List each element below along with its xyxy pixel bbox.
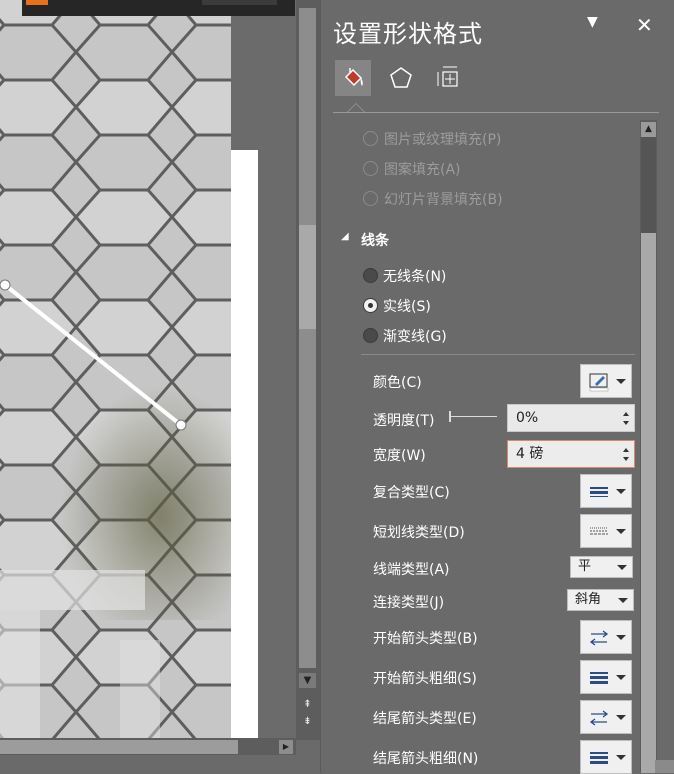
cap-type-value: 平 [578,559,592,574]
spin-down-icon[interactable] [623,457,629,461]
hexagon-tile-photo [0,0,231,740]
compound-type-label: 复合类型(C) [373,485,450,501]
line-start-handle[interactable] [0,279,11,291]
spin-up-icon[interactable] [623,448,629,452]
begin-arrow-type-dropdown[interactable] [580,620,632,654]
chevron-down-icon [616,675,626,680]
radio-no-line[interactable] [363,268,378,283]
app-logo-icon [26,0,48,5]
tab-underline [333,112,659,113]
chevron-down-icon [617,565,627,570]
option-no-line[interactable]: 无线条(N) [383,266,446,286]
resize-grip[interactable] [655,760,674,773]
section-divider [361,354,635,355]
spin-up-icon[interactable] [623,412,629,416]
arrow-type-icon [589,630,609,646]
dash-type-dropdown[interactable] [580,514,632,548]
pentagon-icon [390,67,412,88]
radio-pattern-fill [363,161,378,176]
join-type-select[interactable]: 斜角 [567,589,634,611]
spin-down-icon[interactable] [623,421,629,425]
format-shape-pane: 设置形状格式 ▼ ✕ 图片或纹理填充(P) 图案填充(A) 幻灯片背景填充(B)… [321,0,674,774]
end-arrow-type-dropdown[interactable] [580,700,632,734]
pane-options-icon[interactable]: ▼ [587,14,598,30]
begin-arrow-type-label: 开始箭头类型(B) [373,631,478,647]
cap-type-select[interactable]: 平 [570,556,633,578]
chevron-down-icon [616,529,626,534]
scroll-thumb[interactable] [641,233,656,773]
compound-lines-icon [590,487,608,497]
option-picture-fill: 图片或纹理填充(P) [384,132,502,148]
tab-effects[interactable] [383,60,419,96]
arrow-type-icon [589,710,609,726]
pane-vertical-scrollbar[interactable]: ▲ [640,120,657,773]
join-type-value: 斜角 [575,592,602,607]
transparency-label: 透明度(T) [373,413,435,429]
chevron-down-icon [616,715,626,720]
transparency-slider[interactable] [451,416,497,417]
canvas-horizontal-scrollbar[interactable]: ▶ [0,738,296,755]
chevron-down-icon [616,635,626,640]
status-strip [0,755,320,773]
previous-slide-icon[interactable]: ⇞ [299,697,316,712]
compound-type-dropdown[interactable] [580,474,632,508]
chevron-down-icon [616,379,626,384]
width-label: 宽度(W) [373,448,426,464]
radio-picture-fill [363,131,378,146]
dash-lines-icon [590,527,608,535]
transparency-input[interactable]: 0% [507,404,635,432]
collapse-arrow-icon[interactable]: ◢ [341,231,349,242]
color-dropdown[interactable] [580,364,632,398]
close-icon[interactable]: ✕ [636,13,653,37]
scroll-right-icon[interactable]: ▶ [279,740,293,754]
chevron-down-icon [616,489,626,494]
tab-size-properties[interactable] [431,60,467,96]
tab-fill-line[interactable] [335,60,371,96]
arrow-size-icon [590,752,608,764]
radio-solid-line[interactable] [363,298,378,313]
line-end-handle[interactable] [175,419,187,431]
option-pattern-fill: 图案填充(A) [384,162,461,178]
width-value: 4 磅 [516,446,544,462]
toolbar-segment [202,0,277,5]
canvas-vertical-scrollbar[interactable]: ▼ ⇞ ⇟ [296,0,320,740]
slide-edge [231,150,258,740]
next-slide-icon[interactable]: ⇟ [299,714,316,729]
tab-pointer [347,103,365,112]
scroll-thumb[interactable] [299,225,316,329]
begin-arrow-size-label: 开始箭头粗细(S) [373,671,477,687]
scroll-track[interactable] [641,137,656,233]
scroll-track[interactable] [299,8,316,668]
begin-arrow-size-dropdown[interactable] [580,660,632,694]
option-slide-bg-fill: 幻灯片背景填充(B) [384,192,503,208]
slide-canvas [0,0,296,740]
chevron-down-icon [616,755,626,760]
dash-type-label: 短划线类型(D) [373,525,465,541]
chevron-down-icon [618,598,628,603]
end-arrow-size-dropdown[interactable] [580,740,632,774]
arrow-size-icon [590,672,608,684]
pane-title: 设置形状格式 [333,20,483,48]
pen-color-icon [589,373,609,392]
scroll-up-icon[interactable]: ▲ [641,122,656,137]
radio-slide-bg-fill [363,191,378,206]
end-arrow-type-label: 结尾箭头类型(E) [373,711,477,727]
top-toolbar-strip [22,0,295,16]
slide-photo [0,0,231,740]
option-solid-line[interactable]: 实线(S) [383,296,431,316]
scroll-down-icon[interactable]: ▼ [299,673,316,688]
radio-gradient-line[interactable] [363,328,378,343]
scroll-thumb[interactable] [0,740,238,754]
width-input[interactable]: 4 磅 [507,440,635,468]
paint-bucket-icon [344,68,363,87]
section-title-line[interactable]: 线条 [361,230,389,250]
join-type-label: 连接类型(J) [373,595,445,611]
option-gradient-line[interactable]: 渐变线(G) [383,326,447,346]
cap-type-label: 线端类型(A) [373,562,450,578]
size-properties-icon [437,66,458,87]
transparency-value: 0% [516,410,539,426]
end-arrow-size-label: 结尾箭头粗细(N) [373,751,479,767]
color-label: 颜色(C) [373,375,422,391]
